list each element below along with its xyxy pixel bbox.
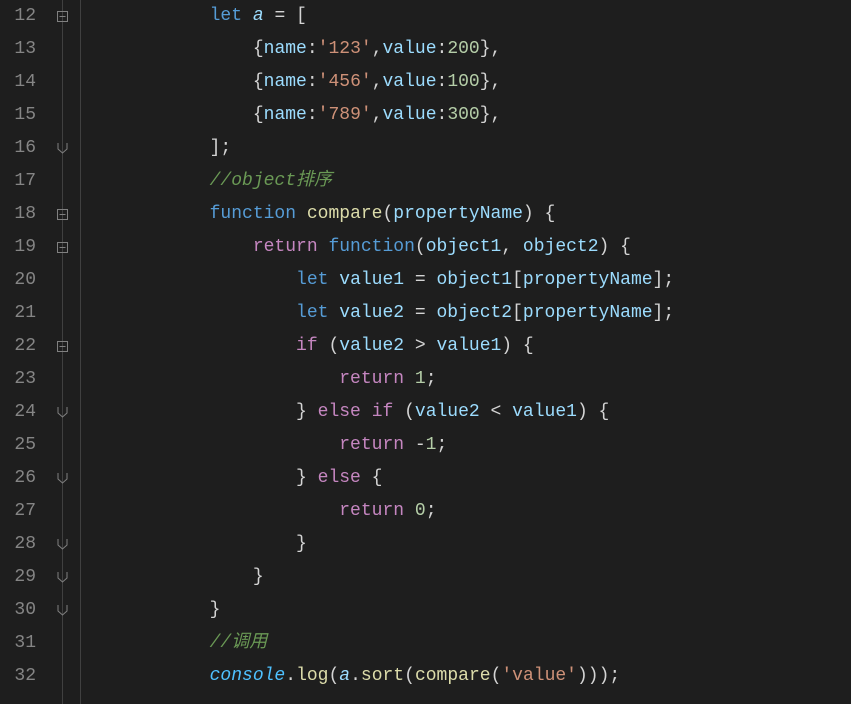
- code-line[interactable]: let a = [: [80, 0, 851, 33]
- line-number: 18: [0, 198, 36, 231]
- code-line[interactable]: let value2 = object2[propertyName];: [80, 297, 851, 330]
- line-number: 12: [0, 0, 36, 33]
- code-line[interactable]: {name:'789',value:300},: [80, 99, 851, 132]
- line-number: 21: [0, 297, 36, 330]
- line-number: 20: [0, 264, 36, 297]
- code-line[interactable]: let value1 = object1[propertyName];: [80, 264, 851, 297]
- code-line[interactable]: return -1;: [80, 429, 851, 462]
- fold-end-icon[interactable]: [56, 406, 69, 419]
- line-number: 23: [0, 363, 36, 396]
- line-number: 26: [0, 462, 36, 495]
- code-line[interactable]: }: [80, 594, 851, 627]
- fold-collapse-icon[interactable]: [56, 10, 69, 23]
- code-line[interactable]: return function(object1, object2) {: [80, 231, 851, 264]
- line-number-gutter: 12 13 14 15 16 17 18 19 20 21 22 23 24 2…: [0, 0, 50, 704]
- line-number: 27: [0, 495, 36, 528]
- line-number: 22: [0, 330, 36, 363]
- code-line[interactable]: function compare(propertyName) {: [80, 198, 851, 231]
- fold-collapse-icon[interactable]: [56, 208, 69, 221]
- line-number: 24: [0, 396, 36, 429]
- line-number: 13: [0, 33, 36, 66]
- code-line[interactable]: }: [80, 561, 851, 594]
- code-line[interactable]: } else if (value2 < value1) {: [80, 396, 851, 429]
- line-number: 25: [0, 429, 36, 462]
- line-number: 30: [0, 594, 36, 627]
- line-number: 16: [0, 132, 36, 165]
- code-line[interactable]: if (value2 > value1) {: [80, 330, 851, 363]
- fold-end-icon[interactable]: [56, 538, 69, 551]
- fold-end-icon[interactable]: [56, 142, 69, 155]
- fold-end-icon[interactable]: [56, 571, 69, 584]
- code-line[interactable]: console.log(a.sort(compare('value')));: [80, 660, 851, 693]
- code-line[interactable]: //调用: [80, 627, 851, 660]
- code-line[interactable]: //object排序: [80, 165, 851, 198]
- code-line[interactable]: {name:'456',value:100},: [80, 66, 851, 99]
- line-number: 29: [0, 561, 36, 594]
- fold-gutter: [50, 0, 76, 704]
- code-line[interactable]: }: [80, 528, 851, 561]
- code-line[interactable]: {name:'123',value:200},: [80, 33, 851, 66]
- code-line[interactable]: return 0;: [80, 495, 851, 528]
- line-number: 28: [0, 528, 36, 561]
- code-line[interactable]: return 1;: [80, 363, 851, 396]
- line-number: 15: [0, 99, 36, 132]
- line-number: 17: [0, 165, 36, 198]
- line-number: 14: [0, 66, 36, 99]
- fold-collapse-icon[interactable]: [56, 340, 69, 353]
- line-number: 19: [0, 231, 36, 264]
- line-number: 31: [0, 627, 36, 660]
- line-number: 32: [0, 660, 36, 693]
- code-editor[interactable]: 12 13 14 15 16 17 18 19 20 21 22 23 24 2…: [0, 0, 851, 704]
- fold-end-icon[interactable]: [56, 472, 69, 485]
- code-line[interactable]: ];: [80, 132, 851, 165]
- code-content[interactable]: let a = [ {name:'123',value:200}, {name:…: [76, 0, 851, 704]
- fold-end-icon[interactable]: [56, 604, 69, 617]
- fold-collapse-icon[interactable]: [56, 241, 69, 254]
- code-line[interactable]: } else {: [80, 462, 851, 495]
